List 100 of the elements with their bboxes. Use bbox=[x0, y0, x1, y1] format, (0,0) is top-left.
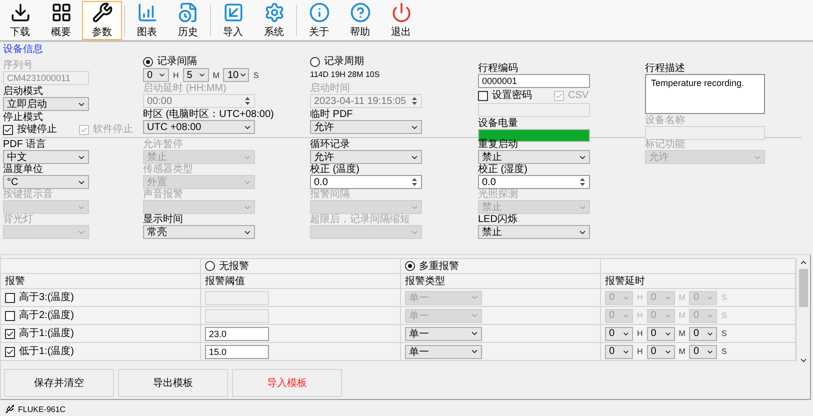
chevron-down-icon bbox=[198, 71, 206, 79]
checkbox-label: 按键停止 bbox=[17, 124, 57, 135]
alarm-label: 高于2:(温度) bbox=[19, 310, 74, 321]
dropdown[interactable]: 允许 bbox=[310, 150, 422, 164]
record-period-text: 114D 19H 28M 10S bbox=[310, 69, 380, 81]
import-icon bbox=[222, 2, 244, 23]
toolbar-button[interactable]: 下载 bbox=[0, 1, 40, 40]
dropdown[interactable]: °C bbox=[3, 175, 89, 189]
field-label: 设备名称 bbox=[645, 115, 685, 126]
column-header: 报警 bbox=[5, 274, 25, 288]
scrollbar-thumb[interactable] bbox=[799, 269, 808, 307]
radio-button[interactable] bbox=[143, 56, 153, 66]
toolbar-button[interactable]: 概要 bbox=[41, 1, 81, 40]
field-label: 超限后，记录间隔缩短 bbox=[310, 214, 410, 225]
chevron-down-icon bbox=[238, 71, 247, 79]
column-header: 报警阈值 bbox=[205, 274, 245, 288]
field-label: 停止模式 bbox=[3, 112, 43, 123]
scroll-up-icon[interactable] bbox=[799, 258, 808, 267]
field-label: 时区 (电脑时区：UTC+08:00) bbox=[143, 109, 274, 120]
dropdown[interactable]: 禁止 bbox=[478, 150, 590, 164]
settings-icon bbox=[264, 2, 284, 23]
field-label: 校正 (湿度) bbox=[478, 164, 528, 175]
action-button[interactable]: 导出模板 bbox=[118, 369, 228, 397]
field-label: 启动时间 bbox=[310, 83, 350, 94]
checkbox[interactable] bbox=[478, 90, 488, 100]
text-field[interactable]: 23.0 bbox=[205, 326, 269, 340]
device-name: FLUKE-961C bbox=[18, 404, 66, 414]
field-label: 声音报警 bbox=[143, 189, 183, 200]
toolbar-button[interactable]: 历史 bbox=[168, 1, 208, 40]
field-label: 序列号 bbox=[3, 60, 33, 71]
dropdown[interactable]: 0 bbox=[689, 326, 718, 340]
column-header: 报警类型 bbox=[405, 274, 445, 288]
usb-icon bbox=[5, 404, 15, 414]
spinner-icon[interactable] bbox=[579, 177, 586, 187]
spinner-icon[interactable] bbox=[411, 177, 418, 187]
alarm-label: 低于1:(温度) bbox=[19, 346, 74, 357]
unit-label: S bbox=[721, 347, 727, 356]
field-label: 标记功能 bbox=[645, 139, 685, 150]
dropdown[interactable]: 0 bbox=[646, 344, 675, 358]
alarm-label: 高于1:(温度) bbox=[19, 328, 74, 339]
radio-button[interactable] bbox=[310, 56, 320, 66]
unit-label: M bbox=[678, 347, 686, 356]
text-field[interactable] bbox=[205, 308, 269, 322]
dropdown[interactable]: 单一 bbox=[405, 326, 482, 340]
dropdown[interactable]: 0 bbox=[605, 344, 633, 358]
dropdown[interactable]: 单一 bbox=[405, 344, 482, 358]
unit-label: H bbox=[637, 329, 643, 338]
dropdown[interactable]: 0 bbox=[689, 344, 718, 358]
unit-label: H bbox=[637, 293, 643, 302]
dropdown[interactable]: 立即启动 bbox=[3, 97, 89, 111]
field-label: 按键提示音 bbox=[3, 189, 53, 200]
checkbox[interactable] bbox=[5, 328, 15, 338]
action-button[interactable]: 保存并清空 bbox=[4, 369, 114, 397]
radio-button[interactable] bbox=[405, 261, 415, 271]
field-label: 启动延时 (HH:MM) bbox=[143, 83, 226, 94]
field-label: 光照探测 bbox=[478, 189, 518, 200]
spin-box[interactable]: 0.0 bbox=[310, 175, 422, 189]
alarm-label: 高于3:(温度) bbox=[19, 292, 74, 303]
wrench-icon bbox=[92, 2, 112, 23]
field-label: 传感器类型 bbox=[143, 164, 193, 175]
grid-icon bbox=[50, 2, 72, 23]
radio-label: 记录间隔 bbox=[157, 56, 197, 67]
dropdown[interactable]: 0 bbox=[605, 326, 633, 340]
field-label: PDF 语言 bbox=[3, 139, 46, 150]
text-field[interactable]: 0000001 bbox=[478, 74, 590, 88]
unit-label: S bbox=[721, 311, 727, 320]
toolbar-button[interactable]: 帮助 bbox=[340, 1, 380, 40]
dropdown[interactable]: UTC +08:00 bbox=[143, 120, 255, 134]
field-label: 临时 PDF bbox=[310, 109, 353, 120]
checkbox[interactable] bbox=[5, 310, 15, 320]
text-area[interactable]: Temperature recording. bbox=[645, 74, 765, 114]
field-label: 重复启动 bbox=[478, 139, 518, 150]
field-label: 行程描述 bbox=[645, 63, 685, 74]
spin-box[interactable]: 0.0 bbox=[478, 175, 590, 189]
field-label: LED闪烁 bbox=[478, 214, 518, 225]
download-icon bbox=[10, 2, 30, 23]
toolbar-button[interactable]: 关于 bbox=[299, 1, 339, 40]
dropdown[interactable]: 常亮 bbox=[143, 225, 255, 239]
checkbox[interactable] bbox=[3, 124, 13, 134]
radio-button[interactable] bbox=[205, 261, 215, 271]
toolbar-button[interactable]: 系统 bbox=[254, 1, 294, 40]
dropdown[interactable]: 5 bbox=[182, 68, 209, 82]
dropdown[interactable]: 0 bbox=[143, 68, 169, 82]
dropdown[interactable]: 禁止 bbox=[478, 225, 590, 239]
dropdown[interactable]: 中文 bbox=[3, 150, 89, 164]
dropdown[interactable]: 10 bbox=[223, 68, 250, 82]
toolbar-button[interactable]: 图表 bbox=[127, 1, 167, 40]
checkbox[interactable] bbox=[5, 346, 15, 356]
unit-label: M bbox=[678, 293, 686, 302]
toolbar-button[interactable]: 导入 bbox=[213, 1, 253, 40]
toolbar-button[interactable]: 参数 bbox=[82, 1, 122, 40]
dropdown[interactable]: 0 bbox=[646, 326, 675, 340]
dropdown[interactable]: 允许 bbox=[310, 120, 422, 134]
radio-label: 记录周期 bbox=[324, 56, 364, 67]
checkbox[interactable] bbox=[5, 292, 15, 302]
text-field[interactable]: 15.0 bbox=[205, 344, 269, 358]
toolbar-button[interactable]: 退出 bbox=[381, 1, 421, 40]
text-field[interactable] bbox=[205, 290, 269, 304]
scrollbar[interactable] bbox=[796, 258, 810, 365]
scroll-down-icon[interactable] bbox=[799, 356, 808, 365]
